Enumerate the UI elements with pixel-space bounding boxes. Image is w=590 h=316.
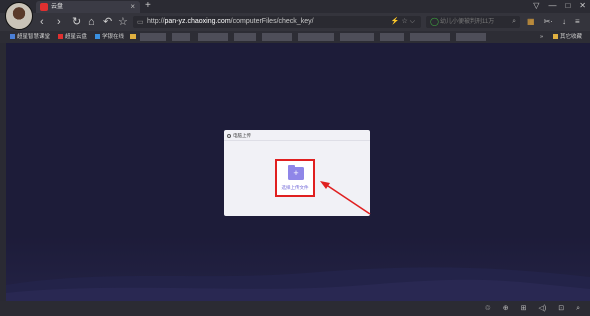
accelerate-icon[interactable]: ⊕ [503,302,509,315]
tab-close-icon[interactable]: × [130,1,135,12]
search-engine-icon[interactable]: ◯ [430,17,439,27]
redacted-bookmark[interactable] [340,33,374,41]
menu-dropdown-icon[interactable]: ▽ [533,0,539,12]
address-bar-actions[interactable]: ⚡ ☆ ⌵ [391,17,415,27]
bookmarks-bar: 超星智慧课堂 超星云盘 学银在线 » 其它收藏 [0,31,590,43]
bookmark-icon [58,33,63,39]
new-tab-button[interactable]: + [145,0,151,12]
tab-bar: 云盘 × + ▽ — □ ✕ [0,0,590,13]
grid-view-icon[interactable]: ⊞ [521,302,527,315]
bookmark-folder-icon[interactable] [130,34,136,39]
panel-title: 电脑上传 [233,133,251,138]
folder-icon [553,33,558,39]
back-button[interactable]: ‹ [40,15,44,29]
navigation-bar: ‹ › ↻ ⌂ ↶ ☆ ▭ http://pan-yz.chaoxing.com… [0,13,590,31]
close-window-button[interactable]: ✕ [579,0,586,12]
menu-icon[interactable]: ≡ [575,15,580,29]
forward-button[interactable]: › [57,15,61,29]
screenshot-icon[interactable]: ✂· [544,15,553,29]
zoom-icon[interactable]: ⌕ [576,302,580,315]
reload-button[interactable]: ↻ [72,15,81,29]
search-suggestion: 幼儿小便被判刑11万 [440,19,495,25]
folder-upload-icon: + [288,165,304,180]
cloud-disk-favicon-icon [40,3,48,11]
other-bookmarks[interactable]: 其它收藏 [553,32,582,42]
search-box[interactable]: ◯ 幼儿小便被判刑11万 ⌕ [426,16,520,28]
redacted-bookmark[interactable] [380,33,404,41]
download-icon[interactable]: ↓ [562,15,566,29]
window-controls: ▽ — □ ✕ [533,0,586,12]
redacted-bookmark[interactable] [262,33,292,41]
recycle-icon[interactable]: ♲ [484,302,490,315]
address-url[interactable]: http://pan-yz.chaoxing.com/computerFiles… [147,17,314,27]
computer-icon [227,133,231,138]
bookmark-cloud-disk[interactable]: 超星云盘 [58,32,87,42]
bookmark-smart-classroom[interactable]: 超星智慧课堂 [10,32,50,42]
search-icon[interactable]: ⌕ [512,17,516,27]
window-icon[interactable]: ⊡ [558,302,564,315]
redacted-bookmark[interactable] [456,33,486,41]
tab-title: 云盘 [51,4,64,10]
undo-close-tab-button[interactable]: ↶ [103,15,112,29]
volume-icon[interactable]: ◁) [538,302,546,315]
home-button[interactable]: ⌂ [88,15,95,29]
favorite-button[interactable]: ☆ [118,15,128,29]
site-info-icon[interactable]: ▭ [137,18,144,26]
maximize-button[interactable]: □ [565,0,570,12]
bookmarks-more-button[interactable]: » [540,32,543,42]
redacted-bookmark[interactable] [298,33,334,41]
toolbar-right: ▦ ✂· ↓ ≡ [527,15,580,29]
redacted-bookmark[interactable] [140,33,166,41]
status-icons: ♲ ⊕ ⊞ ◁) ⊡ ⌕ [484,302,580,315]
bookmark-icon [95,33,100,39]
browser-window: 云盘 × + ▽ — □ ✕ ‹ › ↻ ⌂ ↶ ☆ ▭ http://pan-… [0,0,590,316]
status-bar: ♲ ⊕ ⊞ ◁) ⊡ ⌕ [0,301,590,316]
minimize-button[interactable]: — [548,0,556,12]
upload-button-label: 选择上传文件 [281,185,309,190]
redacted-bookmark[interactable] [410,33,450,41]
redacted-bookmark[interactable] [234,33,256,41]
panel-header: 电脑上传 [227,132,251,139]
redacted-bookmark[interactable] [172,33,190,41]
upload-panel: 电脑上传 + 选择上传文件 [224,130,370,216]
select-upload-file-button[interactable]: + 选择上传文件 [275,159,315,197]
redacted-bookmark[interactable] [198,33,228,41]
user-avatar[interactable] [5,2,33,30]
background-waves [6,267,590,301]
address-bar[interactable]: ▭ http://pan-yz.chaoxing.com/computerFil… [133,16,421,28]
apps-grid-icon[interactable]: ▦ [527,15,535,29]
bookmark-xueyin[interactable]: 学银在线 [95,32,124,42]
tab-cloud-disk[interactable]: 云盘 × [36,1,140,13]
panel-divider [224,140,370,141]
bookmark-icon [10,33,15,39]
